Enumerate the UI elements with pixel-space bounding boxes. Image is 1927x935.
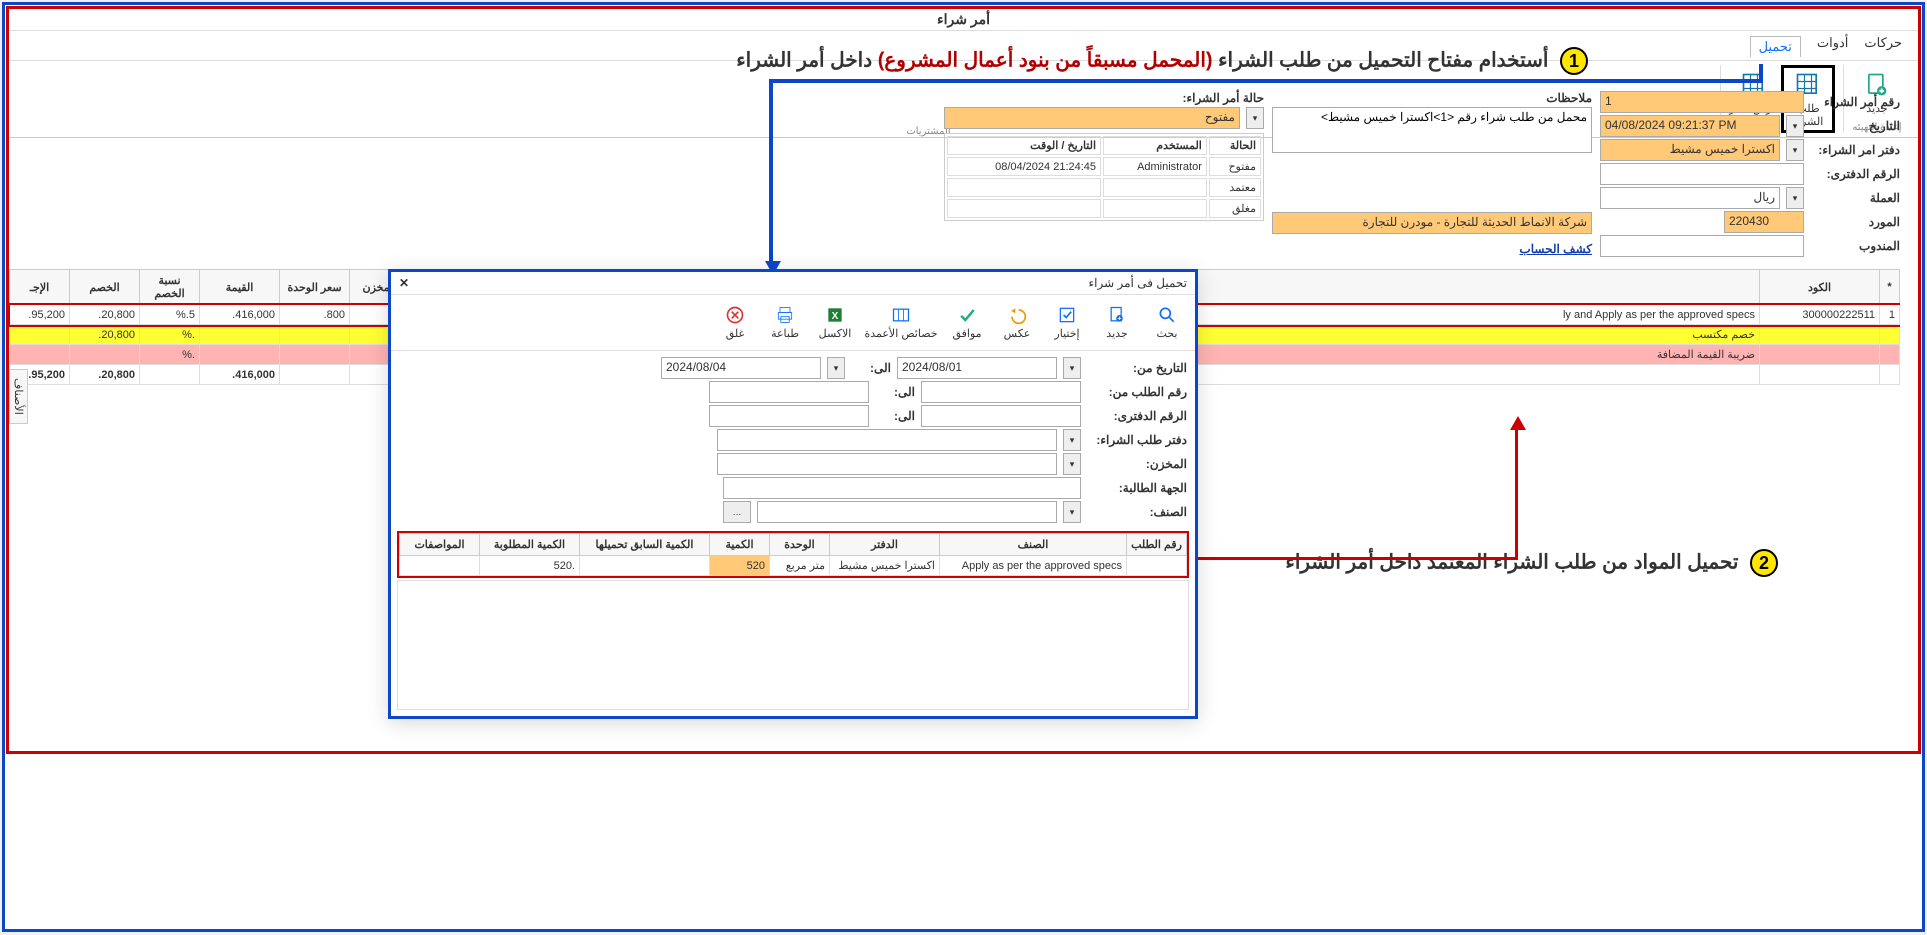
new-button-dlg[interactable]: جديد [1093, 301, 1141, 344]
po-number-field[interactable]: 1 [1600, 91, 1804, 113]
dialog-result-frame: رقم الطلب الصنف الدفتر الوحدة الكمية الك… [397, 531, 1189, 578]
currency-dd-icon[interactable]: ▾ [1786, 187, 1804, 209]
date-field[interactable]: 04/08/2024 09:21:37 PM [1600, 115, 1780, 137]
ledger-no-field[interactable] [1600, 163, 1804, 185]
close-icon[interactable]: ✕ [399, 276, 409, 290]
window-title: أمر شراء [9, 9, 1918, 31]
menu-tools[interactable]: أدوات [1817, 35, 1849, 56]
excel-button[interactable]: Xالاكسل [811, 301, 859, 344]
dlg-item-dd[interactable]: ▾ [1063, 501, 1081, 523]
num-badge-2: 2 [1750, 549, 1778, 577]
dlg-store[interactable] [717, 453, 1057, 475]
status-history-table: الحالةالمستخدمالتاريخ / الوقت مفتوحAdmin… [944, 133, 1264, 221]
outer-frame: أمر شراء حركات أدوات تحميل جديد إعادة ال… [2, 2, 1925, 932]
status-dd-icon[interactable]: ▾ [1246, 107, 1264, 129]
currency-field[interactable]: ريال [1600, 187, 1780, 209]
dlg-date-from[interactable]: 2024/08/01 [897, 357, 1057, 379]
form-left-col: حالة أمر الشراء: ▾مفتوح الحالةالمستخدمال… [944, 89, 1264, 259]
dlg-dept[interactable] [723, 477, 1081, 499]
ok-button[interactable]: موافق [943, 301, 991, 344]
load-po-dialog: تحميل فى أمر شراء ✕ بحث جديد إختيار عكس … [388, 269, 1198, 719]
form-mid-col: ملاحظات محمل من طلب شراء رقم <1>اكسترا خ… [1272, 89, 1592, 259]
menu-load-tab[interactable]: تحميل [1750, 36, 1801, 57]
form-right-col: رقم أمر الشراء1 التاريخ▾04/08/2024 09:21… [1600, 89, 1900, 259]
dlg-req-ledger[interactable] [717, 429, 1057, 451]
dlg-req-to[interactable] [709, 381, 869, 403]
num-badge-1: 1 [1560, 47, 1588, 75]
dialog-filters: التاريخ من: ▾ 2024/08/01 الى: ▾ 2024/08/… [391, 351, 1195, 529]
dlg-ledger-no-from[interactable] [921, 405, 1081, 427]
dlg-ledger-no-to[interactable] [709, 405, 869, 427]
ledger-field[interactable]: اكسترا خميس مشيط [1600, 139, 1780, 161]
dialog-toolbar: بحث جديد إختيار عكس موافق خصائص الأعمدة … [391, 295, 1195, 351]
notes-textarea[interactable]: محمل من طلب شراء رقم <1>اكسترا خميس مشيط… [1272, 107, 1592, 153]
account-statement-link[interactable]: كشف الحساب [1519, 242, 1592, 256]
supplier-code-field[interactable]: 220430 [1724, 211, 1804, 233]
side-tab-items[interactable]: الأصناف [9, 369, 28, 424]
ledger-dd-icon[interactable]: ▾ [1786, 139, 1804, 161]
svg-text:X: X [832, 311, 839, 322]
table-row[interactable]: Apply as per the approved specs اكسترا خ… [400, 556, 1187, 576]
form-area: رقم أمر الشراء1 التاريخ▾04/08/2024 09:21… [9, 83, 1910, 265]
dialog-scroll-area[interactable] [397, 580, 1189, 710]
date-picker-icon[interactable]: ▾ [1786, 115, 1804, 137]
dlg-date-to-dd[interactable]: ▾ [827, 357, 845, 379]
main-window-frame: أمر شراء حركات أدوات تحميل جديد إعادة ال… [6, 6, 1921, 754]
dlg-item[interactable] [757, 501, 1057, 523]
callout-1: 1 أستخدام مفتاح التحميل من طلب الشراء (ا… [9, 47, 1608, 83]
close-button[interactable]: غلق [711, 301, 759, 344]
dlg-req-ledger-dd[interactable]: ▾ [1063, 429, 1081, 451]
dialog-result-table[interactable]: رقم الطلب الصنف الدفتر الوحدة الكمية الك… [399, 533, 1187, 576]
select-button[interactable]: إختيار [1043, 301, 1091, 344]
columns-button[interactable]: خصائص الأعمدة [861, 301, 941, 344]
annotation-arrow-blue [1759, 64, 1763, 79]
dlg-store-dd[interactable]: ▾ [1063, 453, 1081, 475]
search-button[interactable]: بحث [1143, 301, 1191, 344]
status-field[interactable]: مفتوح [944, 107, 1240, 129]
undo-button[interactable]: عكس [993, 301, 1041, 344]
rep-field[interactable] [1600, 235, 1804, 257]
dlg-item-browse[interactable]: … [723, 501, 751, 523]
dlg-date-to[interactable]: 2024/08/04 [661, 357, 821, 379]
arrowhead-up-icon [1510, 416, 1526, 430]
menu-movements[interactable]: حركات [1864, 35, 1902, 56]
print-button[interactable]: طباعة [761, 301, 809, 344]
dlg-date-from-dd[interactable]: ▾ [1063, 357, 1081, 379]
dlg-req-from[interactable] [921, 381, 1081, 403]
callout-2: 2 تحميل المواد من طلب الشراء المعتمد داخ… [1285, 549, 1778, 577]
supplier-name-field[interactable]: شركة الانماط الحديثة للتجارة - مودرن للت… [1272, 212, 1592, 234]
dialog-titlebar: تحميل فى أمر شراء ✕ [391, 272, 1195, 295]
